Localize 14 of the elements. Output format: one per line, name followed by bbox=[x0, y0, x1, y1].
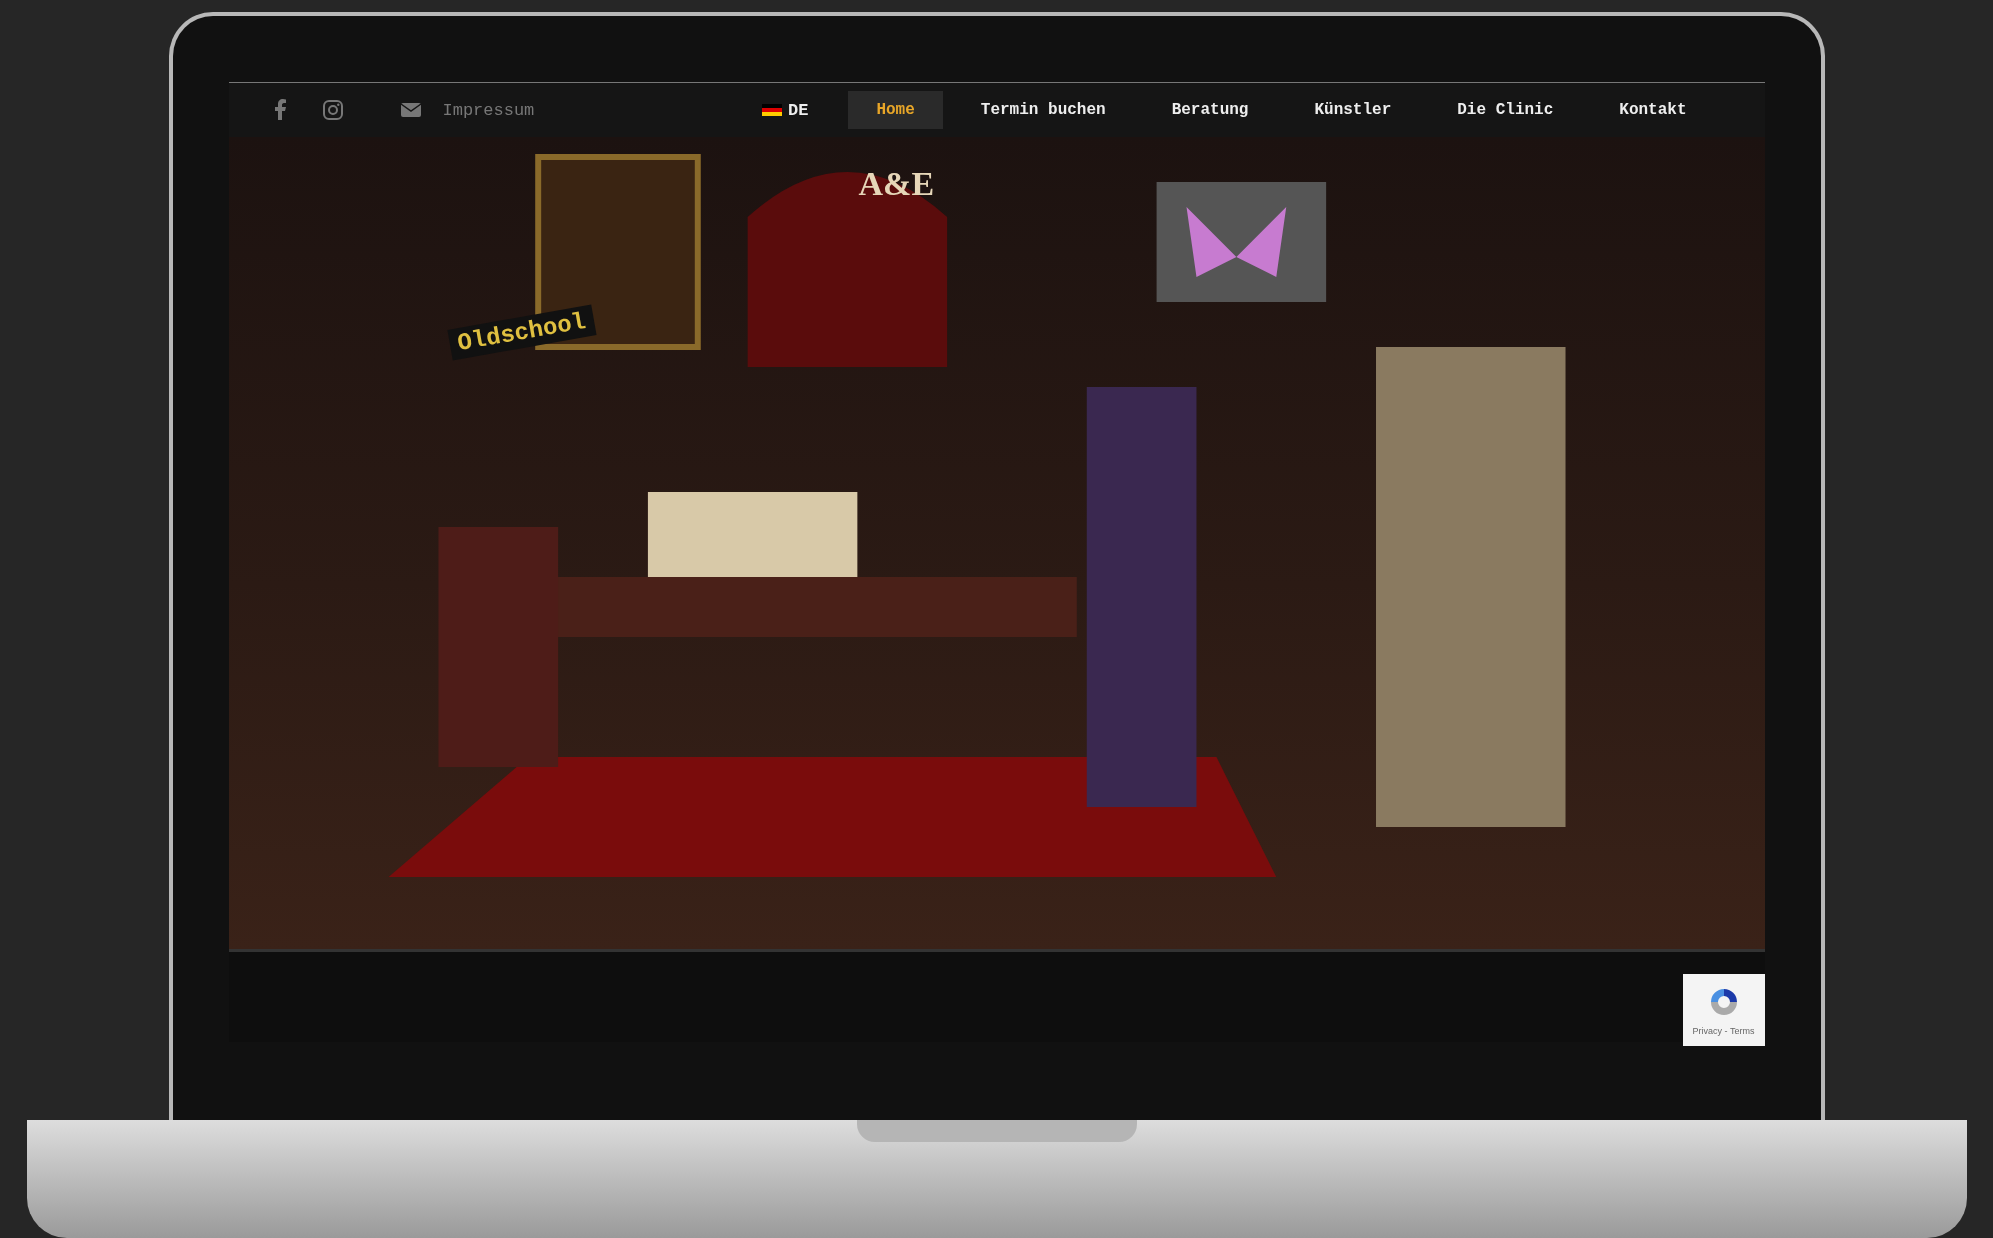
nav-tab[interactable]: Beratung bbox=[1143, 91, 1277, 129]
nav-tab[interactable]: Die Clinic bbox=[1429, 91, 1582, 129]
nav-tab[interactable]: Termin buchen bbox=[952, 91, 1134, 129]
language-label[interactable]: DE bbox=[788, 100, 809, 120]
recaptcha-badge[interactable]: Privacy - Terms bbox=[1682, 974, 1765, 1046]
nav-tab[interactable]: Home bbox=[848, 91, 943, 129]
nav-tab[interactable]: Kontakt bbox=[1591, 91, 1715, 129]
oldschool-sticker[interactable]: Oldschool bbox=[446, 304, 596, 361]
recaptcha-links[interactable]: Privacy - Terms bbox=[1692, 1026, 1755, 1036]
brand-logo[interactable]: A&E bbox=[858, 165, 935, 203]
impressum-link[interactable]: Impressum bbox=[442, 100, 535, 120]
german-flag-icon[interactable] bbox=[762, 104, 782, 116]
nav-tab[interactable]: Künstler bbox=[1286, 91, 1420, 129]
instagram-icon[interactable] bbox=[320, 98, 345, 122]
